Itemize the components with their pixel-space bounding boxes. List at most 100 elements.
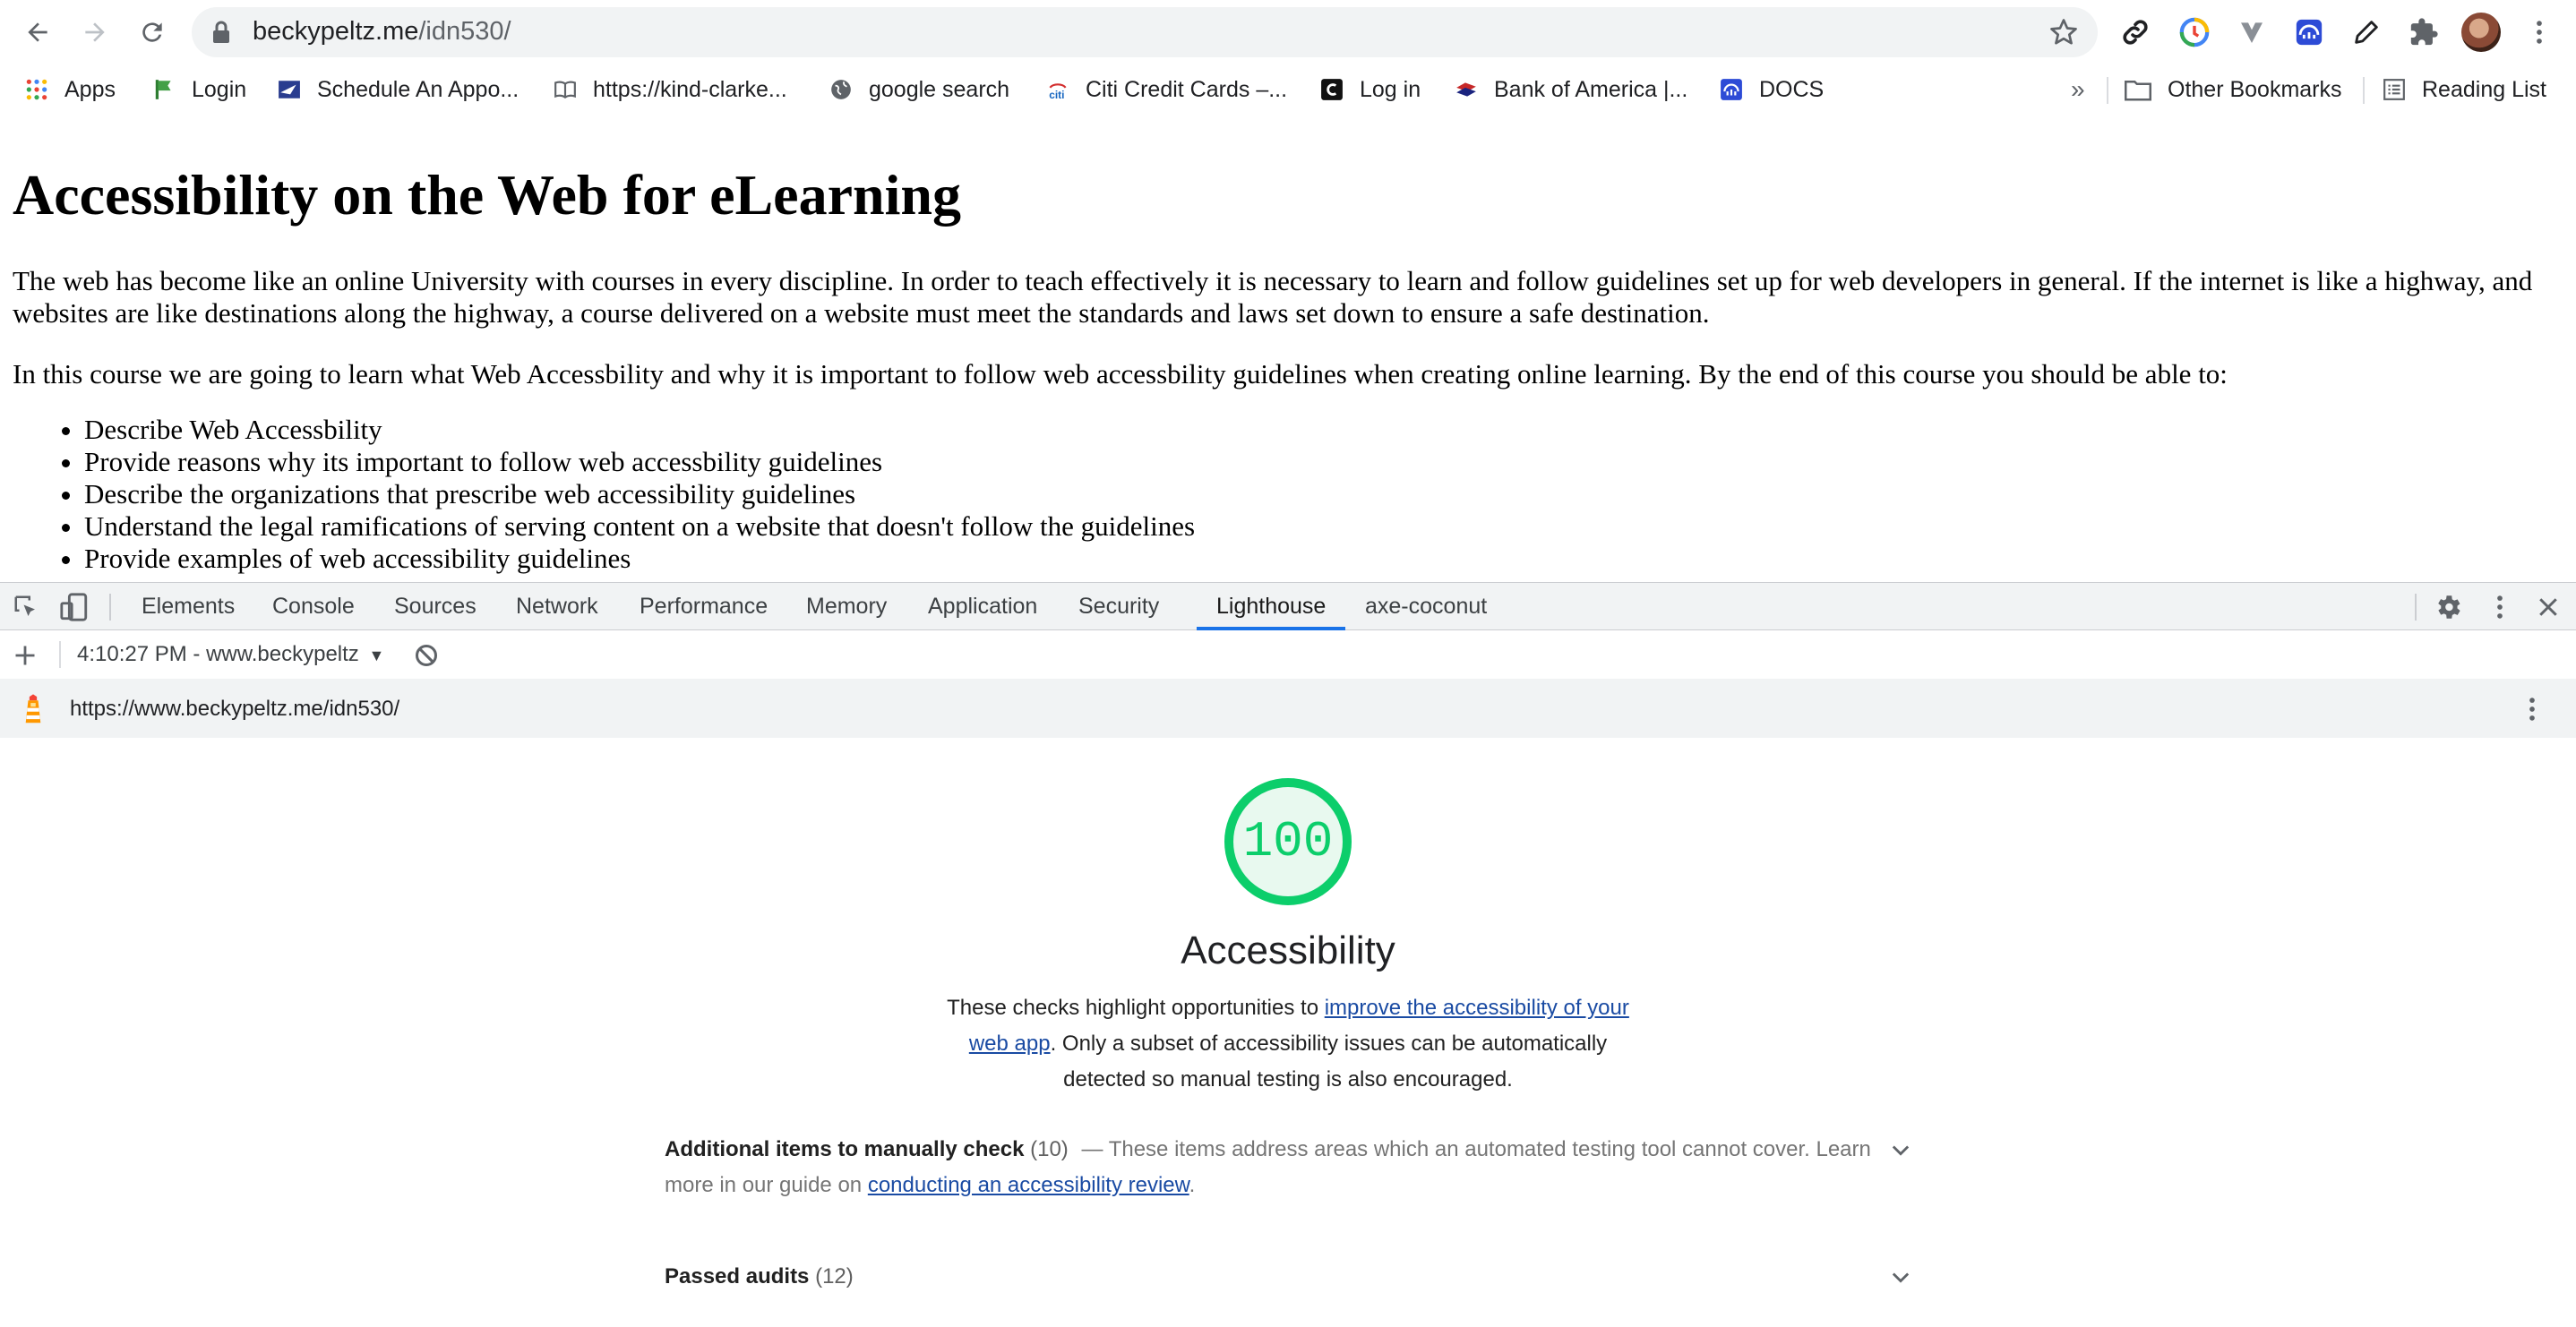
chevron-down-icon[interactable] xyxy=(1888,1264,1913,1289)
course-paragraph: In this course we are going to learn wha… xyxy=(13,358,2228,390)
dropdown-triangle-icon: ▼ xyxy=(368,646,385,664)
tab-lighthouse[interactable]: Lighthouse xyxy=(1216,583,1326,629)
lighthouse-report: 100 Accessibility These checks highlight… xyxy=(0,738,2576,1327)
bookmarks-divider xyxy=(2363,77,2365,104)
reading-list-icon xyxy=(2383,79,2405,100)
lighthouse-toolbar: 4:10:27 PM - www.beckypeltz ▼ xyxy=(0,630,2576,680)
chrome-menu-icon[interactable] xyxy=(2524,16,2555,48)
devtools-tab-bar: Elements Console Sources Network Perform… xyxy=(0,582,2576,630)
report-url: https://www.beckypeltz.me/idn530/ xyxy=(70,697,400,721)
tab-elements[interactable]: Elements xyxy=(142,583,235,629)
bookmark-apps[interactable]: Apps xyxy=(25,72,116,107)
accessibility-review-link[interactable]: conducting an accessibility review xyxy=(868,1173,1189,1197)
tab-memory[interactable]: Memory xyxy=(806,583,887,629)
close-icon[interactable] xyxy=(2535,594,2562,621)
passed-audits-group[interactable]: Passed audits (12) xyxy=(665,1259,1913,1295)
bofa-flag-icon xyxy=(1456,82,1476,97)
category-title: Accessibility xyxy=(1181,929,1395,972)
tab-application[interactable]: Application xyxy=(928,583,1037,629)
reading-list-label: Reading List xyxy=(2422,76,2546,102)
list-item: Provide examples of web accessibility gu… xyxy=(84,543,1195,575)
docs-extension-icon[interactable] xyxy=(2291,14,2327,50)
bookmark-google-search[interactable]: google search xyxy=(829,72,1009,107)
bookmarks-bar: Apps Login Schedule An Appo... https://k… xyxy=(0,64,2576,116)
bookmarks-overflow-button[interactable]: » xyxy=(2071,72,2085,107)
back-button[interactable] xyxy=(18,13,57,52)
bookmark-docs[interactable]: DOCS xyxy=(1720,72,1824,107)
tab-divider xyxy=(2415,594,2417,621)
report-selector[interactable]: 4:10:27 PM - www.beckypeltz ▼ xyxy=(77,641,384,668)
description-text: . Only a subset of accessibility issues … xyxy=(1050,1032,1608,1092)
category-description: These checks highlight opportunities to … xyxy=(930,990,1646,1098)
description-text: These checks highlight opportunities to xyxy=(947,996,1325,1020)
report-url-bar: https://www.beckypeltz.me/idn530/ xyxy=(0,679,2576,739)
passed-audits-count: (12) xyxy=(815,1264,854,1288)
manual-checks-count: (10) xyxy=(1030,1137,1069,1161)
page-title: Accessibility on the Web for eLearning xyxy=(13,163,961,227)
other-bookmarks-folder[interactable]: Other Bookmarks xyxy=(2125,72,2342,107)
forward-arrow-icon xyxy=(85,22,105,42)
folder-icon xyxy=(2125,81,2151,101)
docs-house-icon xyxy=(1721,79,1742,100)
manual-checks-group[interactable]: Additional items to manually check (10) … xyxy=(665,1132,1913,1203)
lock-icon[interactable] xyxy=(211,20,231,45)
list-item: Provide reasons why its important to fol… xyxy=(84,446,1195,478)
list-item: Describe the organizations that prescrib… xyxy=(84,478,1195,510)
manual-checks-title: Additional items to manually check xyxy=(665,1137,1025,1161)
bookmark-label: https://kind-clarke... xyxy=(593,76,787,102)
back-arrow-icon xyxy=(28,22,47,42)
bookmark-kind-clarke[interactable]: https://kind-clarke... xyxy=(554,72,787,107)
bookmarks-divider xyxy=(2107,77,2108,104)
plus-icon[interactable] xyxy=(13,643,38,668)
bookmark-login[interactable]: Login xyxy=(152,72,246,107)
puzzle-icon[interactable] xyxy=(2406,14,2442,50)
bookmark-schedule[interactable]: Schedule An Appo... xyxy=(278,72,519,107)
url-path: /idn530/ xyxy=(418,17,511,46)
url-text[interactable]: beckypeltz.me/idn530/ xyxy=(253,13,511,49)
chromatic-icon[interactable] xyxy=(2177,14,2212,50)
svg-text:citi: citi xyxy=(1049,89,1064,101)
bookmark-bank-of-america[interactable]: Bank of America |... xyxy=(1455,72,1687,107)
passed-audits-title: Passed audits xyxy=(665,1264,810,1288)
manual-checks-end: . xyxy=(1189,1173,1196,1197)
tab-sources[interactable]: Sources xyxy=(394,583,477,629)
settings-gear-icon[interactable] xyxy=(2433,592,2463,622)
toolbar-divider xyxy=(59,641,61,668)
tab-network[interactable]: Network xyxy=(516,583,598,629)
report-menu-icon[interactable] xyxy=(2517,693,2547,725)
objectives-list: Describe Web Accessbility Provide reason… xyxy=(0,414,1195,575)
citi-icon: citi xyxy=(1049,83,1067,101)
bookmark-star-icon[interactable] xyxy=(2048,16,2080,48)
profile-avatar[interactable] xyxy=(2461,13,2501,52)
green-flag-icon xyxy=(155,80,171,99)
book-icon xyxy=(554,81,576,98)
tab-divider xyxy=(109,594,111,621)
bookmark-log-in[interactable]: Log in xyxy=(1320,72,1421,107)
other-bookmarks-label: Other Bookmarks xyxy=(2168,76,2342,102)
device-toolbar-icon[interactable] xyxy=(59,592,90,622)
forward-button[interactable] xyxy=(75,13,115,52)
bookmark-label: Apps xyxy=(64,76,116,102)
usps-eagle-icon xyxy=(279,81,300,98)
pencil-icon[interactable] xyxy=(2348,14,2384,50)
globe-icon xyxy=(831,80,851,99)
vuetify-icon[interactable] xyxy=(2234,14,2270,50)
tab-security[interactable]: Security xyxy=(1078,583,1159,629)
web-page: Accessibility on the Web for eLearning T… xyxy=(0,115,2576,582)
chevron-down-icon[interactable] xyxy=(1888,1137,1913,1162)
tab-axe-coconut[interactable]: axe-coconut xyxy=(1365,583,1487,629)
score-value: 100 xyxy=(1242,813,1334,870)
inspect-element-icon[interactable] xyxy=(13,594,39,621)
devtools-menu-icon[interactable] xyxy=(2485,592,2515,622)
tab-console[interactable]: Console xyxy=(272,583,355,629)
list-item: Understand the legal ramifications of se… xyxy=(84,510,1195,543)
clear-block-icon[interactable] xyxy=(414,643,439,668)
reading-list-button[interactable]: Reading List xyxy=(2383,72,2546,107)
reload-button[interactable] xyxy=(133,13,172,52)
c-logo-icon xyxy=(1321,79,1343,100)
intro-paragraph: The web has become like an online Univer… xyxy=(13,265,2533,329)
link-icon[interactable] xyxy=(2117,14,2153,50)
bookmark-citi[interactable]: citi Citi Credit Cards –... xyxy=(1046,72,1287,107)
bookmark-label: Login xyxy=(192,76,247,102)
tab-performance[interactable]: Performance xyxy=(640,583,768,629)
